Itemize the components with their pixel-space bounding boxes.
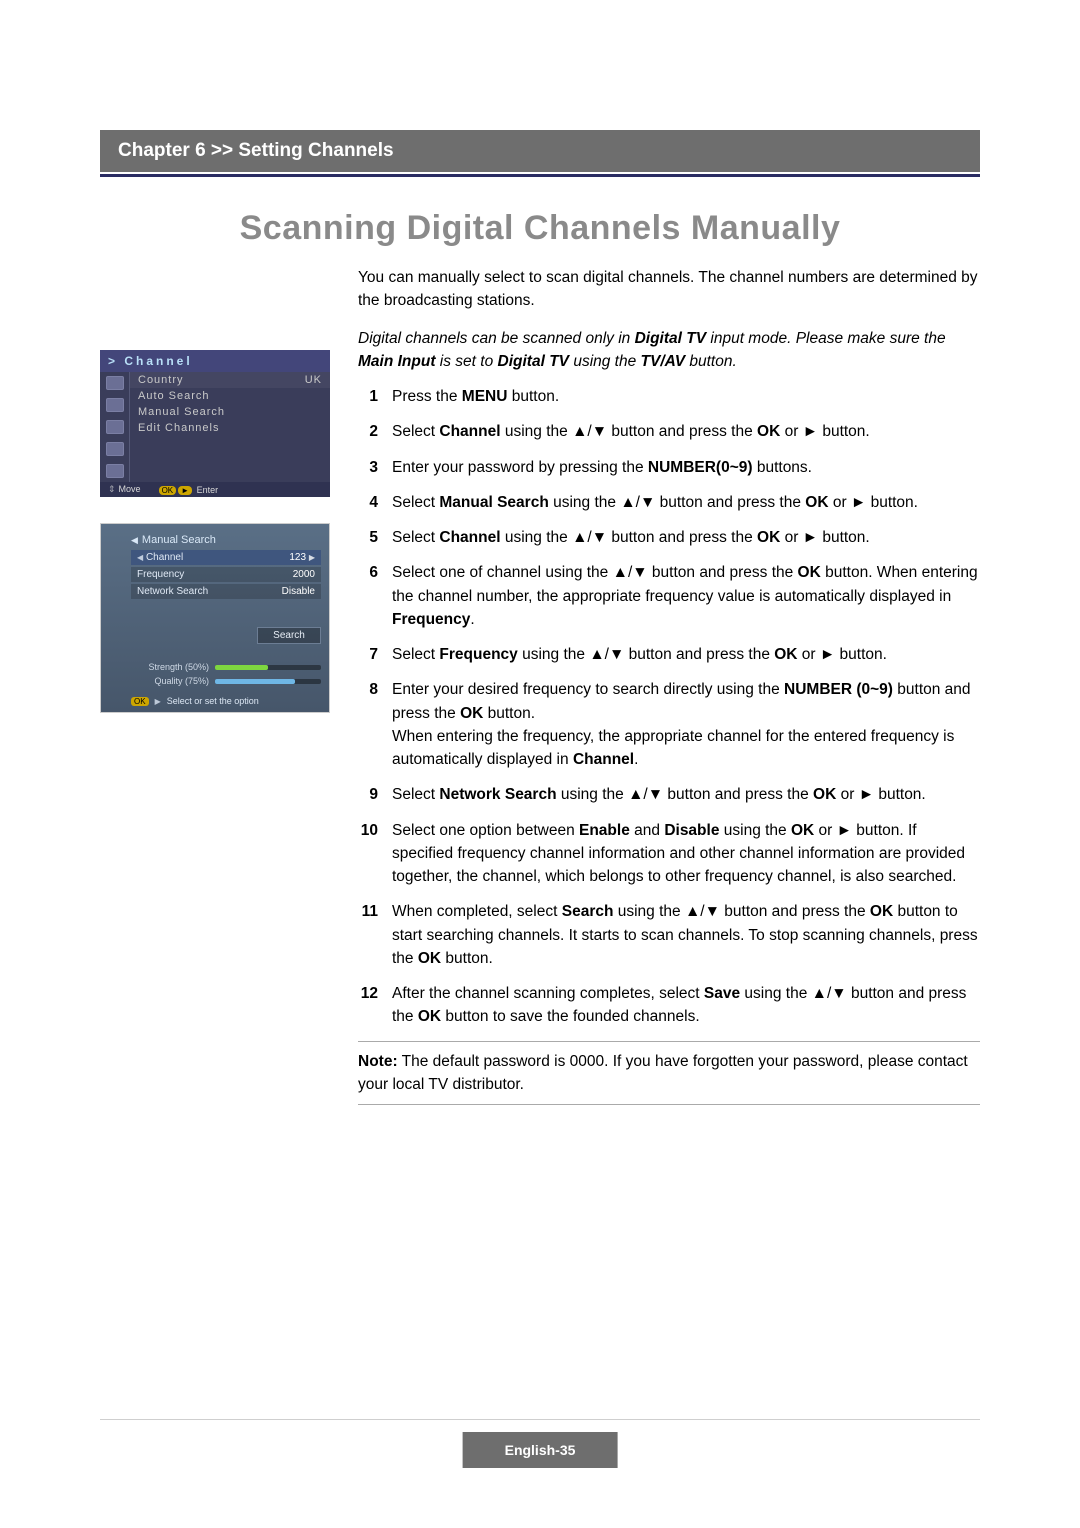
strength-label: Strength (50%)	[131, 662, 209, 672]
step-11: 11When completed, select Search using th…	[358, 900, 980, 970]
footer-rule	[100, 1419, 980, 1420]
osd-search-title: ◀Manual Search	[131, 534, 321, 546]
row-label: Frequency	[137, 569, 184, 580]
osd-menu-footer: Move OK► Enter	[100, 482, 330, 497]
back-triangle-icon: ◀	[131, 535, 138, 545]
osd-menu-title: > Channel	[100, 350, 330, 372]
quality-label: Quality (75%)	[131, 676, 209, 686]
row-value: 2000	[293, 569, 315, 580]
search-row-frequency[interactable]: Frequency 2000	[131, 567, 321, 582]
step-10: 10Select one option between Enable and D…	[358, 819, 980, 889]
row-value: Disable	[282, 586, 315, 597]
menu-item-label: Manual Search	[138, 406, 225, 418]
right-column: You can manually select to scan digital …	[358, 266, 980, 1113]
signal-strength: Strength (50%)	[131, 662, 321, 672]
ok-pill-icon: OK	[131, 697, 149, 706]
move-hint: Move	[108, 484, 141, 495]
strength-bar	[215, 665, 321, 670]
step-8: 8Enter your desired frequency to search …	[358, 678, 980, 771]
menu-item-label: Auto Search	[138, 390, 210, 402]
tv-icon	[106, 376, 124, 390]
step-9: 9Select Network Search using the ▲/▼ but…	[358, 783, 980, 806]
menu-item-value: UK	[305, 374, 322, 386]
chapter-rule	[100, 174, 980, 177]
menu-item-label: Country	[138, 374, 184, 386]
menu-item-edit-channels[interactable]: Edit Channels	[130, 420, 330, 436]
quality-bar	[215, 679, 321, 684]
step-2: 2Select Channel using the ▲/▼ button and…	[358, 420, 980, 443]
page-title: Scanning Digital Channels Manually	[100, 209, 980, 248]
step-6: 6Select one of channel using the ▲/▼ but…	[358, 561, 980, 631]
step-3: 3Enter your password by pressing the NUM…	[358, 456, 980, 479]
grid-icon	[106, 442, 124, 456]
gear-icon	[106, 464, 124, 478]
enter-hint: OK► Enter	[159, 485, 219, 495]
menu-item-label: Edit Channels	[138, 422, 220, 434]
note-separator-top	[358, 1041, 980, 1042]
osd-menu-icons	[100, 372, 130, 482]
osd-search-footer: OK▶ Select or set the option	[131, 696, 259, 706]
manual-page: Chapter 6 >> Setting Channels Scanning D…	[0, 0, 1080, 1528]
step-7: 7Select Frequency using the ▲/▼ button a…	[358, 643, 980, 666]
step-12: 12After the channel scanning completes, …	[358, 982, 980, 1029]
osd-channel-menu: > Channel Country UK Auto S	[100, 350, 330, 497]
page-number: English-35	[463, 1432, 618, 1468]
menu-item-country[interactable]: Country UK	[130, 372, 330, 388]
step-1: 1Press the MENU button.	[358, 385, 980, 408]
antenna-icon	[106, 420, 124, 434]
row-label: Network Search	[137, 586, 208, 597]
osd-menu-list: Country UK Auto Search Manual Search Edi…	[130, 372, 330, 482]
search-row-network[interactable]: Network Search Disable	[131, 584, 321, 599]
steps-list: 1Press the MENU button. 2Select Channel …	[358, 385, 980, 1029]
row-value: 123	[289, 552, 306, 563]
intro-text: You can manually select to scan digital …	[358, 266, 980, 313]
search-row-channel[interactable]: ◀ Channel 123 ▶	[131, 550, 321, 565]
chapter-bar: Chapter 6 >> Setting Channels	[100, 130, 980, 172]
step-4: 4Select Manual Search using the ▲/▼ butt…	[358, 491, 980, 514]
menu-item-manual-search[interactable]: Manual Search	[130, 404, 330, 420]
signal-quality: Quality (75%)	[131, 676, 321, 686]
audio-icon	[106, 398, 124, 412]
step-5: 5Select Channel using the ▲/▼ button and…	[358, 526, 980, 549]
footer-hint: Select or set the option	[167, 696, 259, 706]
osd-manual-search: ◀Manual Search ◀ Channel 123 ▶ Frequency…	[100, 523, 330, 713]
note-separator-bottom	[358, 1104, 980, 1105]
search-button[interactable]: Search	[257, 627, 321, 644]
row-label: Channel	[146, 552, 183, 563]
note-text: Note: The default password is 0000. If y…	[358, 1050, 980, 1097]
left-column: > Channel Country UK Auto S	[100, 266, 330, 1113]
menu-item-auto-search[interactable]: Auto Search	[130, 388, 330, 404]
intro-italic: Digital channels can be scanned only in …	[358, 327, 980, 374]
